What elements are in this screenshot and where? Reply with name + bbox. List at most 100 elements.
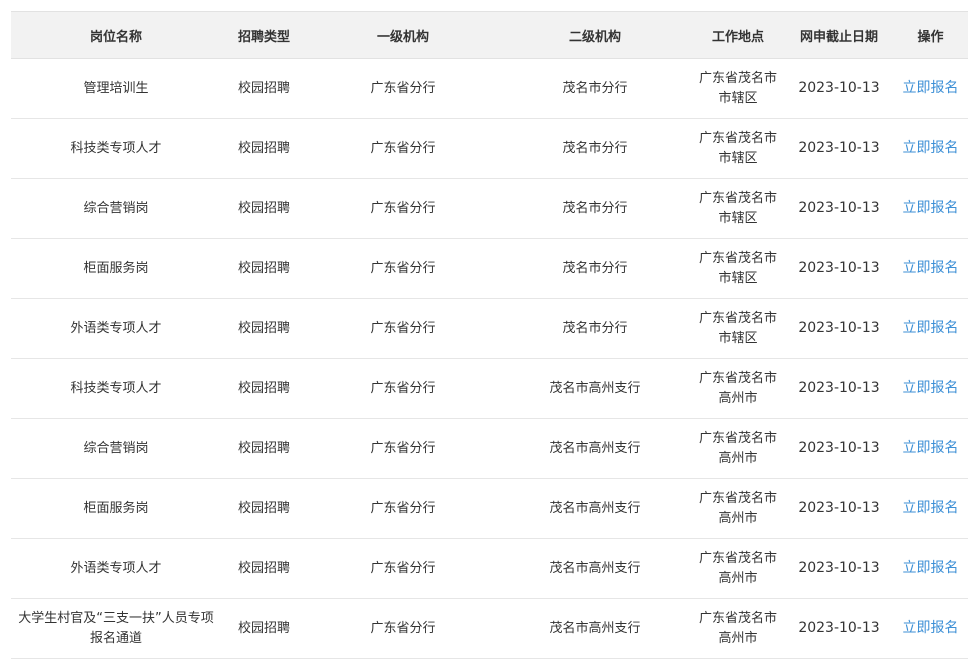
work-location-cell: 广东省茂名市高州市 [691,598,785,659]
table-row: 科技类专项人才 校园招聘 广东省分行 茂名市分行 广东省茂名市市辖区 2023-10-13… [11,118,968,179]
secondary-org-cell: 茂名市高州支行 [499,358,691,419]
apply-now-link[interactable]: 立即报名 [903,440,959,456]
action-cell: 立即报名 [893,418,968,479]
work-location-text: 广东省茂名市市辖区 [698,130,777,166]
apply-now-link[interactable]: 立即报名 [903,200,959,216]
table-row: 大学生村官及“三支一扶”人员专项报名通道 校园招聘 广东省分行 茂名市高州支行 广东省茂… [11,598,968,659]
position-name-cell: 外语类专项人才 [11,298,221,359]
work-location-text: 广东省茂名市市辖区 [698,190,777,226]
secondary-org-cell: 茂名市高州支行 [499,478,691,539]
deadline-cell: 2023-10-13 [785,418,893,479]
table-row: 柜面服务岗 校园招聘 广东省分行 茂名市分行 广东省茂名市市辖区 2023-10-13 立即… [11,238,968,299]
action-cell: 立即报名 [893,598,968,659]
deadline-text: 2023-10-13 [798,380,880,396]
action-cell: 立即报名 [893,58,968,119]
work-location-cell: 广东省茂名市市辖区 [691,178,785,239]
action-cell: 立即报名 [893,358,968,419]
recruit-type-cell: 校园招聘 [221,358,307,419]
action-cell: 立即报名 [893,538,968,599]
position-name-cell: 大学生村官及“三支一扶”人员专项报名通道 [11,598,221,659]
action-cell: 立即报名 [893,238,968,299]
deadline-cell: 2023-10-13 [785,538,893,599]
primary-org-cell: 广东省分行 [307,598,499,659]
apply-now-link[interactable]: 立即报名 [903,380,959,396]
primary-org-cell: 广东省分行 [307,298,499,359]
apply-now-link[interactable]: 立即报名 [903,320,959,336]
action-cell: 立即报名 [893,298,968,359]
apply-now-link[interactable]: 立即报名 [903,140,959,156]
deadline-cell: 2023-10-13 [785,358,893,419]
secondary-org-cell: 茂名市高州支行 [499,538,691,599]
work-location-text: 广东省茂名市高州市 [698,550,777,586]
header-action: 操作 [893,12,968,59]
table-row: 综合营销岗 校园招聘 广东省分行 茂名市高州支行 广东省茂名市高州市 2023-10-13… [11,418,968,479]
header-recruit-type: 招聘类型 [221,12,307,59]
table-row: 管理培训生 校园招聘 广东省分行 茂名市分行 广东省茂名市市辖区 2023-10-13 立即… [11,58,968,119]
work-location-text: 广东省茂名市市辖区 [698,70,777,106]
work-location-cell: 广东省茂名市高州市 [691,538,785,599]
table-row: 柜面服务岗 校园招聘 广东省分行 茂名市高州支行 广东省茂名市高州市 2023-10-13… [11,478,968,539]
deadline-cell: 2023-10-13 [785,238,893,299]
header-position-name: 岗位名称 [11,12,221,59]
deadline-cell: 2023-10-13 [785,58,893,119]
primary-org-cell: 广东省分行 [307,58,499,119]
position-name-cell: 管理培训生 [11,58,221,119]
recruit-type-cell: 校园招聘 [221,418,307,479]
action-cell: 立即报名 [893,118,968,179]
position-name-cell: 科技类专项人才 [11,358,221,419]
table-header: 岗位名称 招聘类型 一级机构 二级机构 工作地点 网申截止日期 操作 [11,12,968,59]
apply-now-link[interactable]: 立即报名 [903,500,959,516]
secondary-org-cell: 茂名市分行 [499,118,691,179]
apply-now-link[interactable]: 立即报名 [903,260,959,276]
work-location-cell: 广东省茂名市市辖区 [691,58,785,119]
header-deadline: 网申截止日期 [785,12,893,59]
deadline-cell: 2023-10-13 [785,298,893,359]
work-location-cell: 广东省茂名市市辖区 [691,298,785,359]
deadline-cell: 2023-10-13 [785,478,893,539]
apply-now-link[interactable]: 立即报名 [903,560,959,576]
header-work-location: 工作地点 [691,12,785,59]
work-location-text: 广东省茂名市市辖区 [698,310,777,346]
recruit-type-cell: 校园招聘 [221,58,307,119]
secondary-org-cell: 茂名市分行 [499,58,691,119]
deadline-text: 2023-10-13 [798,560,880,576]
work-location-cell: 广东省茂名市市辖区 [691,118,785,179]
primary-org-cell: 广东省分行 [307,118,499,179]
work-location-cell: 广东省茂名市高州市 [691,418,785,479]
position-name-cell: 综合营销岗 [11,178,221,239]
work-location-text: 广东省茂名市市辖区 [698,250,777,286]
work-location-cell: 广东省茂名市高州市 [691,478,785,539]
position-name-cell: 外语类专项人才 [11,538,221,599]
deadline-text: 2023-10-13 [798,440,880,456]
deadline-text: 2023-10-13 [798,80,880,96]
recruit-type-cell: 校园招聘 [221,478,307,539]
deadline-cell: 2023-10-13 [785,178,893,239]
position-name-cell: 柜面服务岗 [11,238,221,299]
job-listing-table: 岗位名称 招聘类型 一级机构 二级机构 工作地点 网申截止日期 操作 管理培训生… [11,12,968,659]
primary-org-cell: 广东省分行 [307,238,499,299]
position-name-cell: 柜面服务岗 [11,478,221,539]
primary-org-cell: 广东省分行 [307,478,499,539]
table-row: 外语类专项人才 校园招聘 广东省分行 茂名市高州支行 广东省茂名市高州市 2023-10-… [11,538,968,599]
header-row: 岗位名称 招聘类型 一级机构 二级机构 工作地点 网申截止日期 操作 [11,12,968,59]
work-location-text: 广东省茂名市高州市 [698,370,777,406]
deadline-text: 2023-10-13 [798,320,880,336]
primary-org-cell: 广东省分行 [307,358,499,419]
table-row: 科技类专项人才 校园招聘 广东省分行 茂名市高州支行 广东省茂名市高州市 2023-10-… [11,358,968,419]
deadline-cell: 2023-10-13 [785,598,893,659]
table-body: 管理培训生 校园招聘 广东省分行 茂名市分行 广东省茂名市市辖区 2023-10-13 立即… [11,58,968,659]
position-name-cell: 综合营销岗 [11,418,221,479]
work-location-cell: 广东省茂名市高州市 [691,358,785,419]
table-row: 外语类专项人才 校园招聘 广东省分行 茂名市分行 广东省茂名市市辖区 2023-10-13… [11,298,968,359]
apply-now-link[interactable]: 立即报名 [903,80,959,96]
apply-now-link[interactable]: 立即报名 [903,620,959,636]
deadline-text: 2023-10-13 [798,260,880,276]
action-cell: 立即报名 [893,178,968,239]
action-cell: 立即报名 [893,478,968,539]
header-secondary-org: 二级机构 [499,12,691,59]
secondary-org-cell: 茂名市分行 [499,178,691,239]
secondary-org-cell: 茂名市高州支行 [499,418,691,479]
work-location-text: 广东省茂名市高州市 [698,610,777,646]
recruit-type-cell: 校园招聘 [221,118,307,179]
secondary-org-cell: 茂名市分行 [499,298,691,359]
